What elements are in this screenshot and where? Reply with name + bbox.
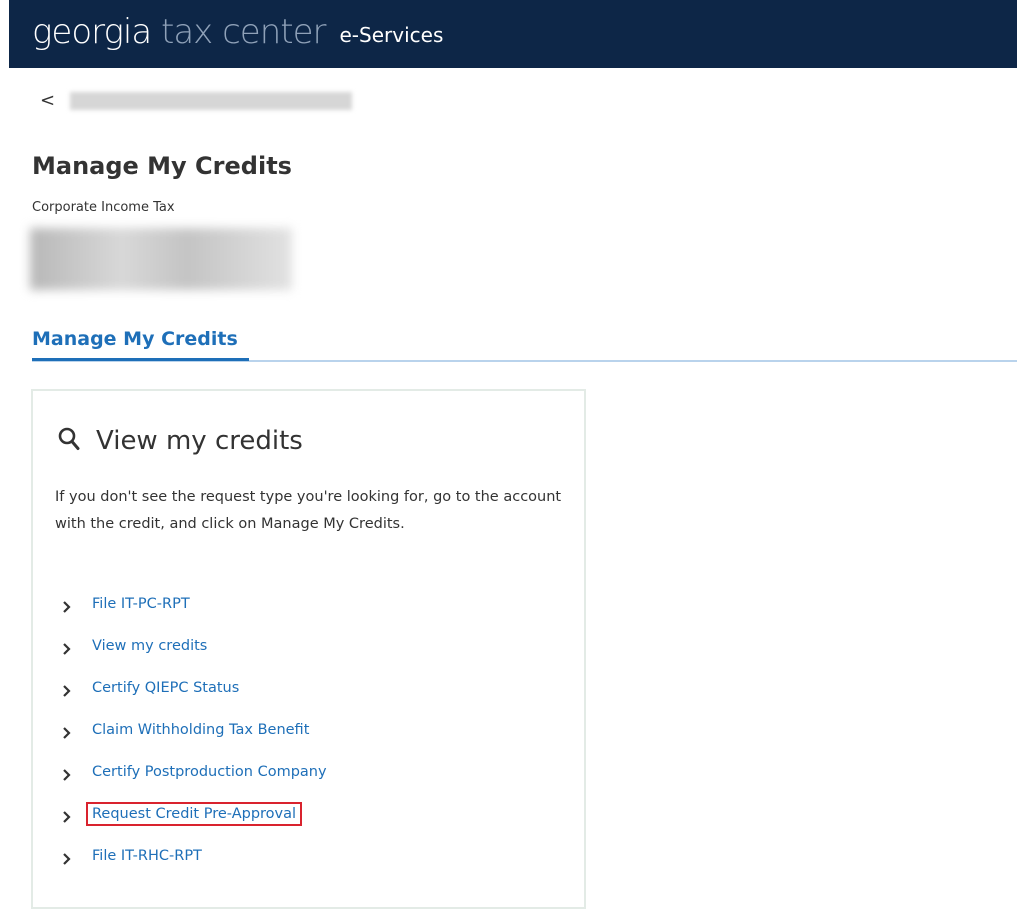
card-description: If you don't see the request type you're… xyxy=(55,489,562,532)
credit-action-link[interactable]: Claim Withholding Tax Benefit xyxy=(86,718,315,742)
chevron-right-icon xyxy=(62,724,72,739)
back-chevron-icon[interactable]: < xyxy=(40,92,55,110)
list-item: File IT-RHC-RPT xyxy=(62,835,333,877)
credit-action-link[interactable]: Certify QIEPC Status xyxy=(86,676,245,700)
top-header-bar: georgia tax center e-Services xyxy=(9,0,1017,68)
chevron-right-icon xyxy=(62,850,72,865)
search-icon xyxy=(58,427,80,455)
list-item: Certify Postproduction Company xyxy=(62,751,333,793)
list-item: File IT-PC-RPT xyxy=(62,583,333,625)
redacted-breadcrumb xyxy=(70,92,352,110)
credit-action-link[interactable]: Certify Postproduction Company xyxy=(86,760,333,784)
logo-text-georgia: georgia xyxy=(32,12,152,52)
eservices-label: e-Services xyxy=(339,23,444,47)
card-title: View my credits xyxy=(96,426,303,456)
active-tab-underline xyxy=(32,358,249,361)
page-subtitle: Corporate Income Tax xyxy=(32,200,175,215)
chevron-right-icon xyxy=(62,766,72,781)
chevron-right-icon xyxy=(62,682,72,697)
chevron-right-icon xyxy=(62,808,72,823)
card-header: View my credits xyxy=(58,426,303,456)
list-item: Claim Withholding Tax Benefit xyxy=(62,709,333,751)
list-item: View my credits xyxy=(62,625,333,667)
credit-action-link[interactable]: View my credits xyxy=(86,634,213,658)
chevron-right-icon xyxy=(62,598,72,613)
redacted-account-info xyxy=(30,228,292,290)
page-title: Manage My Credits xyxy=(32,152,292,180)
site-logo[interactable]: georgia tax center xyxy=(32,12,327,52)
chevron-right-icon xyxy=(62,640,72,655)
credit-action-link[interactable]: File IT-RHC-RPT xyxy=(86,844,208,868)
credit-action-list: File IT-PC-RPT View my credits Certify QIE… xyxy=(62,583,333,877)
credit-action-link[interactable]: File IT-PC-RPT xyxy=(86,592,196,616)
logo-text-tax-center: tax center xyxy=(161,12,326,52)
credit-action-link[interactable]: Request Credit Pre-Approval xyxy=(86,802,303,826)
list-item: Certify QIEPC Status xyxy=(62,667,333,709)
list-item: Request Credit Pre-Approval xyxy=(62,793,333,835)
tab-manage-my-credits[interactable]: Manage My Credits xyxy=(32,328,238,350)
